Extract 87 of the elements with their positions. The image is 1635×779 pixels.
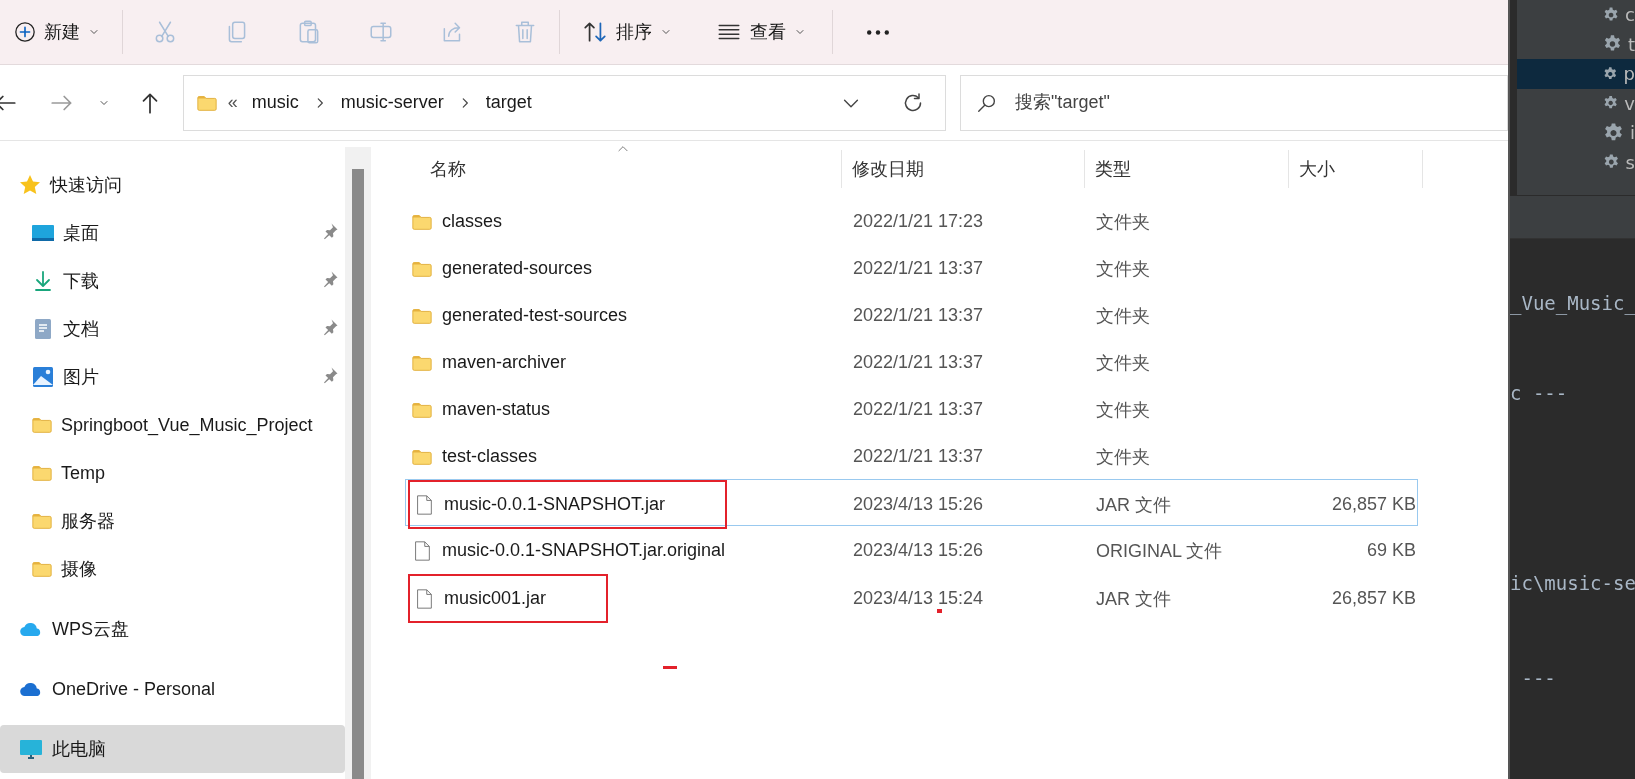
nav-item[interactable]: 服务器 [0, 497, 345, 545]
file-row[interactable]: test-classes 2022/1/21 13:37 文件夹 [405, 432, 1418, 479]
type-cell-text: JAR 文件 [1095, 493, 1172, 517]
file-row[interactable]: maven-status 2022/1/21 13:37 文件夹 [405, 385, 1418, 432]
console-line: _Vue_Music_ [1510, 291, 1635, 315]
date-cell-text: 2022/1/21 17:23 [852, 211, 985, 232]
pin-icon [321, 221, 339, 240]
search-field[interactable]: 搜索"target" [960, 74, 1508, 131]
type-cell-text: ORIGINAL 文件 [1095, 539, 1224, 563]
file-row[interactable]: classes 2022/1/21 17:23 文件夹 [405, 197, 1418, 244]
type-cell-text: 文件夹 [1095, 257, 1151, 281]
file-name: music-0.0.1-SNAPSHOT.jar.original [442, 540, 726, 561]
date-cell-text: 2023/4/13 15:26 [852, 494, 985, 515]
tree-item[interactable]: i [1517, 118, 1635, 148]
star-icon [18, 173, 42, 197]
tree-item[interactable]: t [1517, 29, 1635, 59]
type-cell-text: 文件夹 [1095, 351, 1151, 375]
file-row[interactable]: maven-archiver 2022/1/21 13:37 文件夹 [405, 338, 1418, 385]
tree-item[interactable]: p [1517, 59, 1635, 89]
tree-item[interactable]: c [1517, 0, 1635, 30]
date-cell-text: 2022/1/21 13:37 [852, 399, 985, 420]
date-cell-text: 2022/1/21 13:37 [852, 258, 985, 279]
annotation-mark [937, 609, 942, 613]
nav-item[interactable]: WPS云盘 [0, 605, 345, 653]
column-header[interactable]: 大小 [1289, 150, 1423, 188]
nav-item[interactable]: Springboot_Vue_Music_Project [0, 401, 345, 449]
file-row[interactable]: music001.jar 2023/4/13 15:24 JAR 文件 26,857 KB [405, 573, 1418, 620]
type-cell-text: 文件夹 [1095, 445, 1151, 469]
nav-item[interactable]: OneDrive - Personal [0, 665, 345, 713]
file-name: maven-status [442, 399, 551, 420]
column-header[interactable]: 修改日期 [842, 150, 1085, 188]
nav-item[interactable]: 此电脑 [0, 725, 345, 773]
file-name: music001.jar [444, 588, 547, 609]
more-icon [867, 29, 889, 35]
pin-icon [321, 269, 339, 288]
file-name: maven-archiver [442, 352, 567, 373]
size-cell-text: 26,857 KB [1330, 494, 1417, 515]
date-cell-text: 2023/4/13 15:24 [852, 588, 985, 609]
date-cell-text: 2022/1/21 13:37 [852, 305, 985, 326]
pin-icon [321, 317, 339, 336]
nav-item[interactable]: 桌面 [0, 209, 345, 257]
sort-icon [582, 19, 608, 45]
sort-button[interactable]: 排序 [574, 10, 680, 54]
breadcrumb-item[interactable]: music-server [336, 92, 448, 113]
file-row[interactable]: generated-test-sources 2022/1/21 13:37 文件夹 [405, 291, 1418, 338]
type-cell-text: 文件夹 [1095, 304, 1151, 328]
date-cell-text: 2023/4/13 15:26 [852, 540, 985, 561]
file-row[interactable]: music-0.0.1-SNAPSHOT.jar.original 2023/4/13 15:26 ORIGINAL 文件 69 KB [405, 526, 1418, 573]
tree-item[interactable]: v [1517, 88, 1635, 118]
nav-item[interactable]: 图片 [0, 353, 345, 401]
date-cell-text: 2022/1/21 13:37 [852, 446, 985, 467]
overflow-marker[interactable]: « [227, 92, 238, 113]
console-line: --- [1520, 666, 1557, 690]
type-cell-text: 文件夹 [1095, 398, 1151, 422]
breadcrumb-item[interactable]: target [481, 92, 536, 113]
column-header[interactable]: 类型 [1085, 150, 1289, 188]
plus-circle-icon [14, 21, 36, 43]
scrollbar[interactable] [345, 147, 371, 779]
size-cell-text: 26,857 KB [1330, 588, 1417, 609]
type-cell-text: 文件夹 [1095, 210, 1151, 234]
picture-icon [31, 365, 55, 389]
file-row[interactable]: music-0.0.1-SNAPSHOT.jar 2023/4/13 15:26 JAR 文件 26,857 KB [405, 479, 1418, 526]
nav-item[interactable]: 摄像 [0, 545, 345, 593]
file-name: classes [442, 211, 503, 232]
file-name: generated-sources [442, 258, 593, 279]
view-button[interactable]: 查看 [708, 10, 814, 54]
nav-item[interactable]: 下载 [0, 257, 345, 305]
annotation-mark [663, 666, 677, 669]
nav-item[interactable]: 文档 [0, 305, 345, 353]
tree-item[interactable]: s [1517, 147, 1635, 177]
address-bar[interactable]: « music music-server target [182, 74, 946, 131]
nav-item[interactable]: Temp [0, 449, 345, 497]
nav-item[interactable]: 快速访问 [0, 161, 345, 209]
file-name: music-0.0.1-SNAPSHOT.jar [444, 494, 666, 515]
date-cell-text: 2022/1/21 13:37 [852, 352, 985, 373]
file-name: generated-test-sources [442, 305, 628, 326]
monitor-icon [18, 737, 44, 761]
new-button[interactable]: 新建 [6, 10, 108, 54]
file-row[interactable]: generated-sources 2022/1/21 13:37 文件夹 [405, 244, 1418, 291]
console-line: c --- [1510, 381, 1569, 405]
pin-icon [321, 365, 339, 384]
console-line: ic\music-se [1510, 571, 1635, 595]
column-header[interactable]: 名称 [405, 150, 842, 188]
size-cell-text: 69 KB [1365, 540, 1417, 561]
type-cell-text: JAR 文件 [1095, 587, 1172, 611]
file-name: test-classes [442, 446, 538, 467]
breadcrumb-item[interactable]: music [247, 92, 303, 113]
